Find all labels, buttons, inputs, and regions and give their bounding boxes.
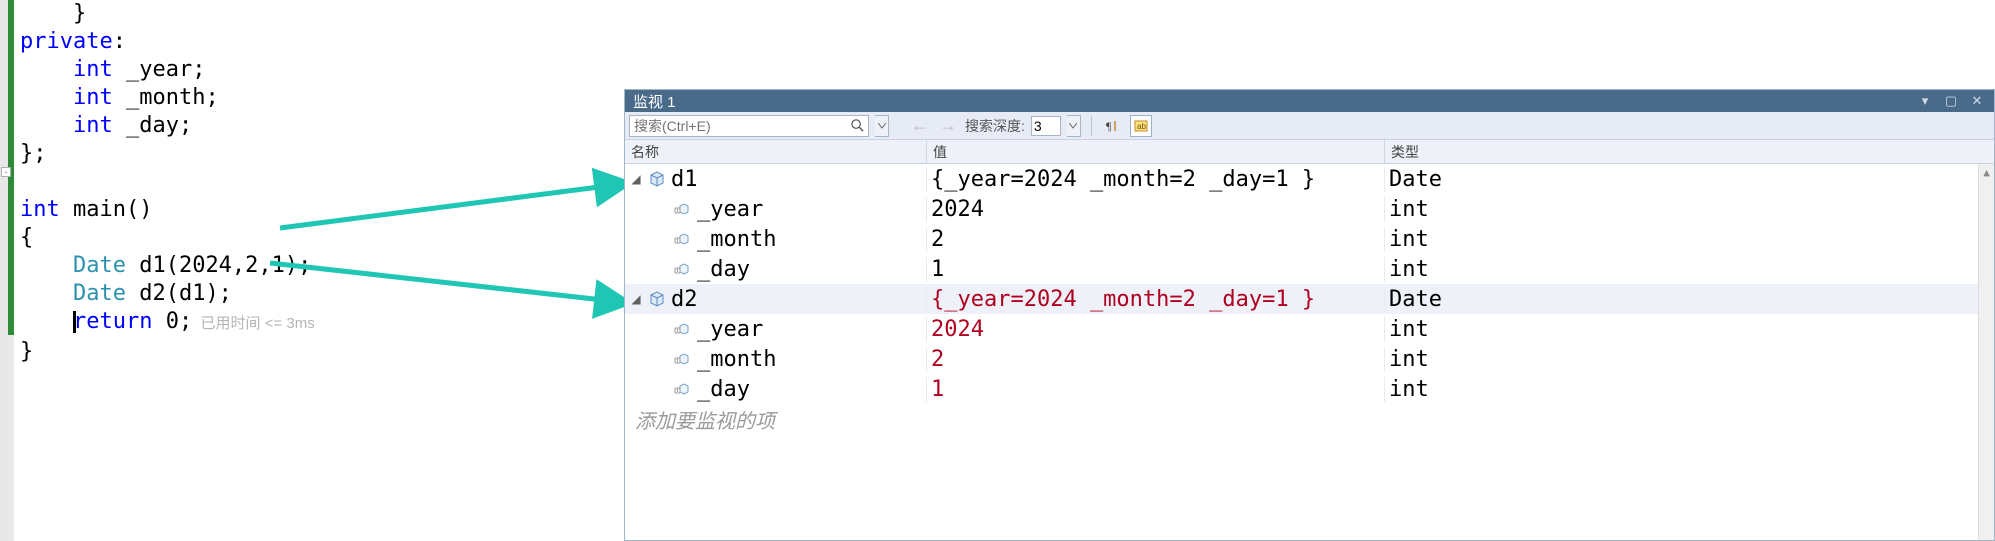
code-line: int _month; bbox=[20, 84, 315, 112]
depth-dropdown[interactable] bbox=[1067, 115, 1081, 137]
window-maximize-icon[interactable]: ▢ bbox=[1938, 91, 1964, 111]
watch-type: int bbox=[1389, 377, 1429, 402]
watch-name: _day bbox=[697, 377, 750, 402]
chevron-down-icon bbox=[1069, 123, 1077, 129]
col-header-value[interactable]: 值 bbox=[927, 140, 1385, 163]
vertical-scrollbar[interactable]: ▲ bbox=[1978, 164, 1994, 540]
search-input[interactable] bbox=[629, 115, 869, 137]
search-dropdown[interactable] bbox=[875, 115, 889, 137]
chevron-down-icon bbox=[878, 123, 886, 129]
col-header-type[interactable]: 类型 bbox=[1385, 140, 1994, 163]
watch-value: 2 bbox=[931, 227, 944, 252]
watch-body: ◢d1{_year=2024 _month=2 _day=1 }Date_yea… bbox=[625, 164, 1994, 540]
watch-titlebar[interactable]: 监视 1 ▾ ▢ ✕ bbox=[625, 90, 1994, 112]
code-line: }; bbox=[20, 140, 315, 168]
watch-name: _year bbox=[697, 317, 763, 342]
paragraph-toggle-icon[interactable]: ¶ bbox=[1102, 115, 1124, 137]
search-icon bbox=[850, 118, 865, 133]
toolbar-separator bbox=[1091, 116, 1092, 136]
watch-value: {_year=2024 _month=2 _day=1 } bbox=[931, 167, 1315, 192]
watch-type: int bbox=[1389, 347, 1429, 372]
field-icon bbox=[673, 261, 693, 277]
watch-row-child[interactable]: _month 2 int bbox=[625, 344, 1994, 374]
watch-value: 2 bbox=[931, 347, 944, 372]
fold-marker[interactable]: - bbox=[1, 167, 11, 177]
code-line: int _day; bbox=[20, 112, 315, 140]
code-line: return 0; 已用时间 <= 3ms bbox=[20, 308, 315, 338]
code-line: int _year; bbox=[20, 56, 315, 84]
watch-name: d2 bbox=[671, 287, 698, 312]
depth-label: 搜索深度: bbox=[965, 116, 1025, 136]
field-icon bbox=[673, 351, 693, 367]
watch-name: _month bbox=[697, 227, 776, 252]
watch-value: {_year=2024 _month=2 _day=1 } bbox=[931, 287, 1315, 312]
nav-forward-icon[interactable]: → bbox=[937, 115, 959, 136]
nav-back-icon[interactable]: ← bbox=[909, 115, 931, 136]
watch-title-text: 监视 1 bbox=[633, 91, 676, 112]
watch-type: Date bbox=[1389, 287, 1442, 312]
code-line bbox=[20, 168, 315, 196]
code-line: private: bbox=[20, 28, 315, 56]
code-editor[interactable]: - }private: int _year; int _month; int _… bbox=[0, 0, 630, 541]
field-icon bbox=[673, 201, 693, 217]
field-icon bbox=[673, 381, 693, 397]
window-close-icon[interactable]: ✕ bbox=[1964, 91, 1990, 111]
watch-row-child[interactable]: _month 2 int bbox=[625, 224, 1994, 254]
struct-icon bbox=[647, 291, 667, 307]
watch-row-child[interactable]: _year 2024 int bbox=[625, 314, 1994, 344]
watch-row-child[interactable]: _day 1 int bbox=[625, 254, 1994, 284]
watch-columns-header: 名称 值 类型 bbox=[625, 140, 1994, 164]
watch-name: _year bbox=[697, 197, 763, 222]
watch-row-root[interactable]: ◢ d1 {_year=2024 _month=2 _day=1 } Date bbox=[625, 164, 1994, 194]
watch-row-child[interactable]: _year 2024 int bbox=[625, 194, 1994, 224]
watch-name: d1 bbox=[671, 167, 698, 192]
expander-icon[interactable]: ◢ bbox=[629, 292, 643, 306]
scroll-up-icon[interactable]: ▲ bbox=[1979, 164, 1994, 180]
code-line: Date d2(d1); bbox=[20, 280, 315, 308]
expander-icon[interactable]: ◢ bbox=[629, 172, 643, 186]
highlight-toggle-icon[interactable]: ab bbox=[1130, 115, 1152, 137]
col-header-name[interactable]: 名称 bbox=[625, 140, 927, 163]
watch-type: Date bbox=[1389, 167, 1442, 192]
watch-name: _day bbox=[697, 257, 750, 282]
field-icon bbox=[673, 321, 693, 337]
watch-type: int bbox=[1389, 227, 1429, 252]
struct-icon bbox=[647, 171, 667, 187]
watch-value: 1 bbox=[931, 377, 944, 402]
watch-type: int bbox=[1389, 197, 1429, 222]
add-watch-item[interactable]: 添加要监视的项 bbox=[625, 404, 1994, 434]
code-line: } bbox=[20, 0, 315, 28]
code-line: { bbox=[20, 224, 315, 252]
code-line: int main() bbox=[20, 196, 315, 224]
watch-type: int bbox=[1389, 317, 1429, 342]
watch-value: 2024 bbox=[931, 317, 984, 342]
svg-text:¶: ¶ bbox=[1106, 119, 1112, 133]
watch-value: 2024 bbox=[931, 197, 984, 222]
codelens-hint: 已用时间 <= 3ms bbox=[192, 315, 315, 332]
depth-input[interactable] bbox=[1031, 116, 1061, 136]
watch-window: 监视 1 ▾ ▢ ✕ ← → 搜索深度: ¶ ab bbox=[624, 89, 1995, 541]
window-menu-icon[interactable]: ▾ bbox=[1912, 91, 1938, 111]
code-line: Date d1(2024,2,1); bbox=[20, 252, 315, 280]
svg-text:ab: ab bbox=[1137, 122, 1146, 131]
watch-row-root[interactable]: ◢ d2 {_year=2024 _month=2 _day=1 } Date bbox=[625, 284, 1994, 314]
watch-type: int bbox=[1389, 257, 1429, 282]
watch-value: 1 bbox=[931, 257, 944, 282]
watch-toolbar: ← → 搜索深度: ¶ ab bbox=[625, 112, 1994, 140]
code-line: } bbox=[20, 338, 315, 366]
watch-name: _month bbox=[697, 347, 776, 372]
field-icon bbox=[673, 231, 693, 247]
watch-row-child[interactable]: _day 1 int bbox=[625, 374, 1994, 404]
